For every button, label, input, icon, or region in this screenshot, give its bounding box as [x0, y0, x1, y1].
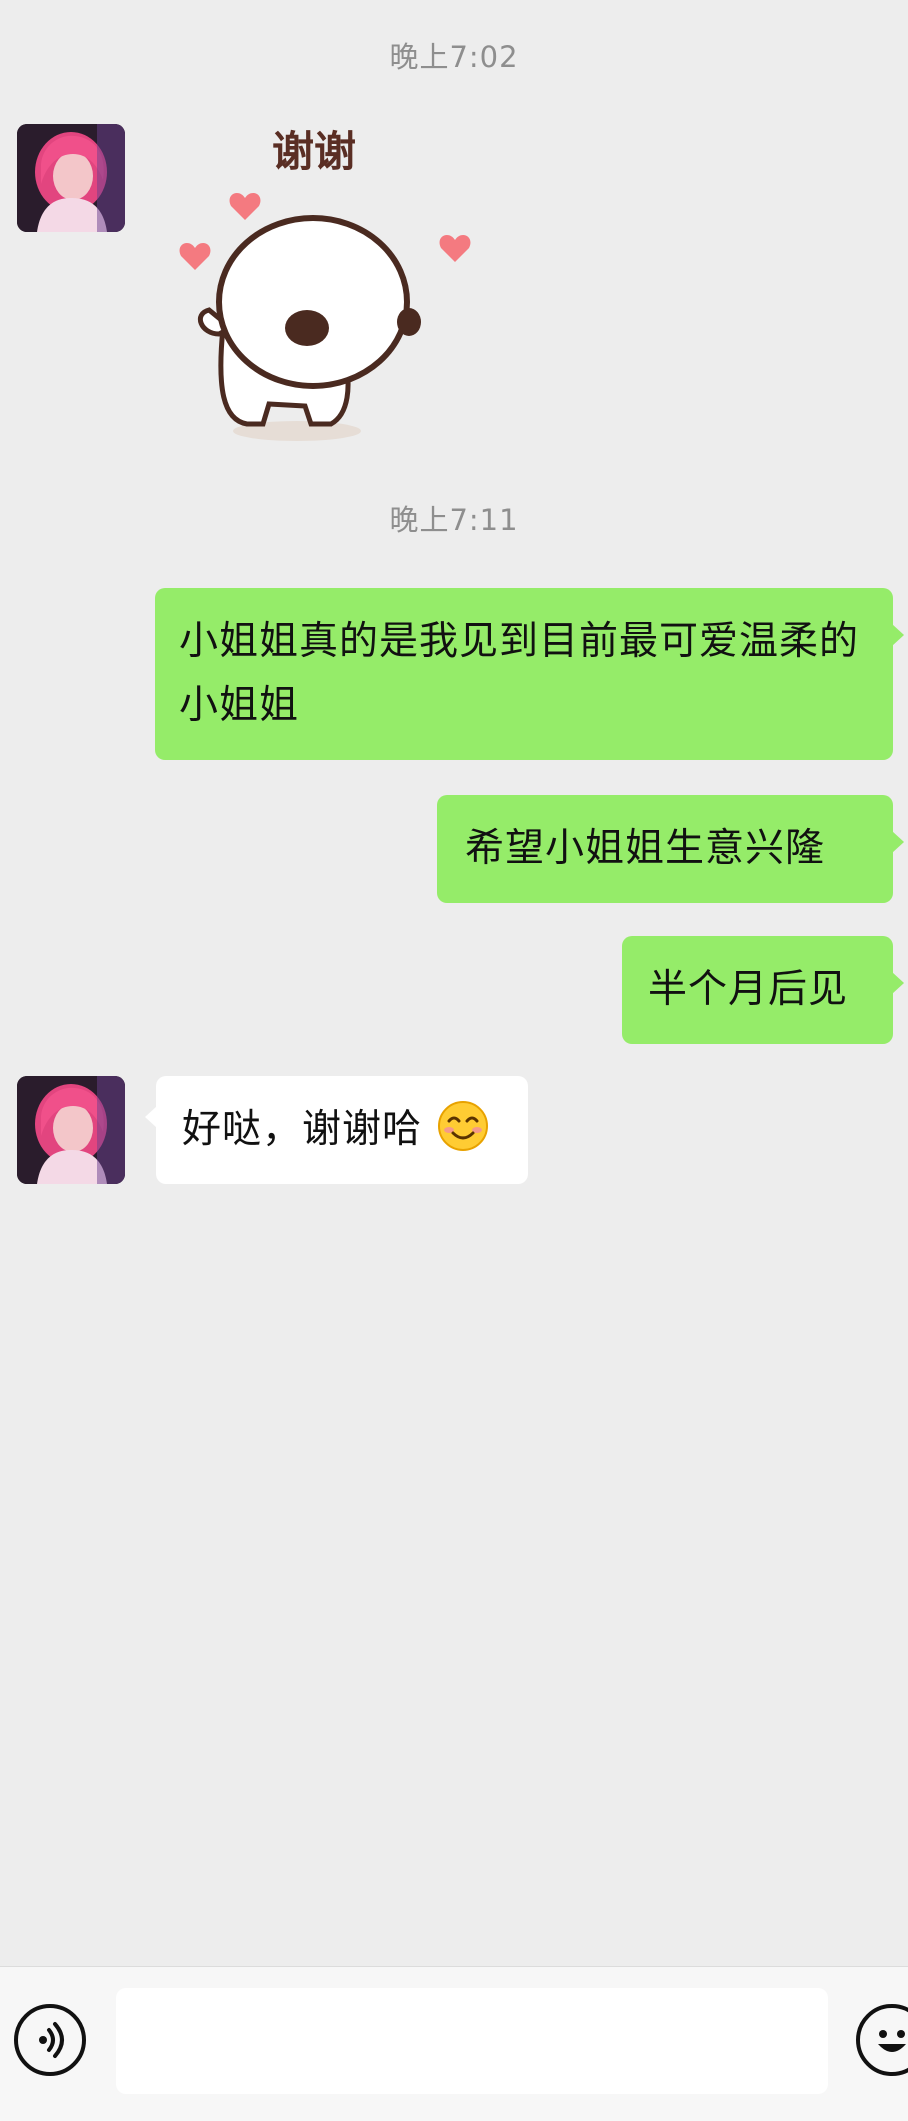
avatar-photo — [17, 1076, 125, 1184]
incoming-message-bubble[interactable]: 好哒，谢谢哈 — [145, 1076, 528, 1184]
message-text: 希望小姐姐生意兴隆 — [465, 826, 826, 871]
heart-icon — [229, 192, 261, 220]
avatar-photo — [17, 124, 125, 232]
voice-icon — [39, 2022, 64, 2058]
message-text: 好哒，谢谢哈 — [182, 1107, 423, 1152]
message-input[interactable] — [116, 1988, 828, 2094]
heart-icon — [179, 242, 211, 270]
timestamp: 晚上7:11 — [389, 503, 519, 537]
contact-avatar[interactable] — [17, 124, 125, 232]
sticker-caption: 谢谢 — [272, 127, 356, 176]
message-text: 小姐姐真的是我见到目前最可爱温柔的小姐姐 — [179, 619, 860, 728]
outgoing-message-bubble[interactable]: 希望小姐姐生意兴隆 — [437, 795, 904, 903]
outgoing-message-bubble[interactable]: 小姐姐真的是我见到目前最可爱温柔的小姐姐 — [155, 588, 904, 760]
message-text: 半个月后见 — [648, 967, 849, 1012]
heart-icon — [439, 234, 471, 262]
contact-avatar[interactable] — [17, 1076, 125, 1184]
timestamp: 晚上7:02 — [389, 40, 519, 74]
emoji-button[interactable] — [856, 2004, 908, 2076]
emoji-icon — [878, 2030, 906, 2052]
outgoing-message-bubble[interactable]: 半个月后见 — [622, 936, 904, 1044]
voice-button[interactable] — [14, 2004, 86, 2076]
thanks-sticker[interactable]: 谢谢 — [165, 118, 495, 448]
smiling-face-emoji-icon — [438, 1101, 489, 1151]
